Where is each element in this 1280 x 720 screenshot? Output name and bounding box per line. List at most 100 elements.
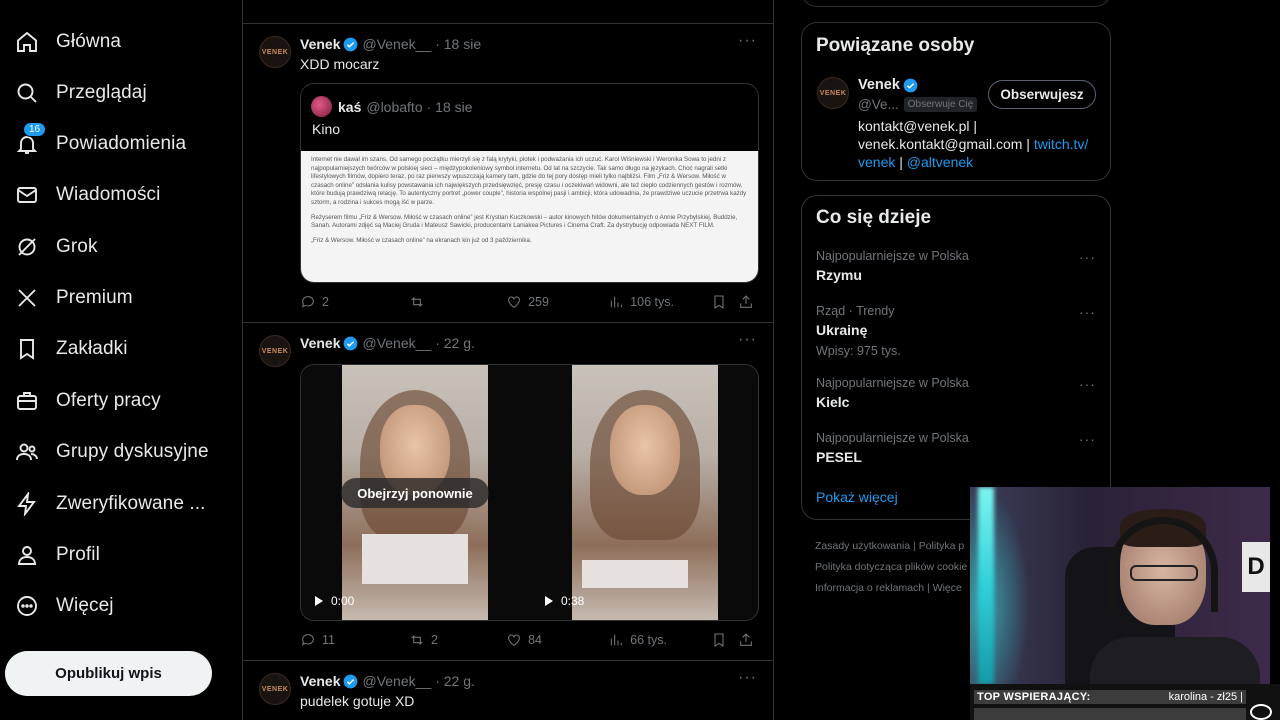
reply-icon xyxy=(301,634,314,646)
tweet-time[interactable]: · 22 g. xyxy=(435,673,475,689)
footer-ads-link[interactable]: Informacja o reklamach | Więce xyxy=(815,582,962,594)
tweet-time[interactable]: · 18 sie xyxy=(435,36,481,52)
video-thumbnail-card xyxy=(582,560,688,588)
trend-meta: Rząd · Trendy xyxy=(816,304,895,318)
trend-more-icon[interactable]: ··· xyxy=(1079,431,1096,447)
nav-item-jobs[interactable]: Oferty pracy xyxy=(14,381,161,421)
footer-cookie-link[interactable]: Polityka dotycząca plików cookie xyxy=(815,561,967,573)
video-thumbnail-card xyxy=(362,534,468,584)
bio-link-twitch[interactable]: twitch.tv/ xyxy=(1034,136,1088,152)
nav-item-communities[interactable]: Grupy dyskusyjne xyxy=(14,432,209,472)
footer-links[interactable]: Zasady użytkowania | Polityka p xyxy=(815,540,964,552)
bio-link-altvenek[interactable]: @altvenek xyxy=(907,154,973,170)
show-more-link[interactable]: Pokaż więcej xyxy=(816,489,898,505)
nav-item-explore[interactable]: Przeglądaj xyxy=(14,73,147,113)
related-handle[interactable]: @Ve... xyxy=(858,97,899,112)
quote-avatar[interactable] xyxy=(311,96,332,117)
nav-label: Premium xyxy=(56,287,133,308)
author-name[interactable]: Venek xyxy=(300,673,340,689)
bell-icon: 16 xyxy=(14,122,47,157)
avatar[interactable]: VENEK xyxy=(259,36,291,68)
nav-label: Przeglądaj xyxy=(56,82,147,103)
like-button[interactable]: 259 xyxy=(506,294,608,310)
stream-ticker: TOP WSPIERAJĄCY: karolina - zł25 | xyxy=(970,684,1280,720)
trend-posts: Wpisy: 975 tys. xyxy=(816,344,901,358)
tweet-time[interactable]: · 22 g. xyxy=(435,335,475,351)
sidebar-nav: Główna Przeglądaj 16 Powiadomienia Wiado… xyxy=(0,0,242,720)
author-name[interactable]: Venek xyxy=(300,36,340,52)
tweet[interactable]: VENEK Venek @Venek__ · 18 sie ··· XDD mo… xyxy=(243,24,773,323)
tweet[interactable]: VENEK Venek @Venek__ · 22 g. ··· pudelek… xyxy=(243,661,773,720)
nav-item-bookmarks[interactable]: Zakładki xyxy=(14,329,128,369)
trend-more-icon[interactable]: ··· xyxy=(1079,376,1096,392)
quote-image-document[interactable]: Internet nie dawał im szans. Od samego p… xyxy=(301,151,758,282)
trend-item[interactable]: Najpopularniejsze w Polska Kielc ··· xyxy=(816,376,1096,410)
trend-item[interactable]: Najpopularniejsze w Polska Rzymu ··· xyxy=(816,249,1096,283)
quoted-tweet[interactable]: kaś @lobafto · 18 sie Kino Internet nie … xyxy=(300,83,759,283)
quote-text: Kino xyxy=(312,121,341,137)
tweet-actions: 11 2 84 66 tys. xyxy=(300,632,760,648)
author-name[interactable]: Venek xyxy=(300,335,340,351)
share-button[interactable] xyxy=(738,294,760,310)
nav-item-verified[interactable]: Zweryfikowane ... xyxy=(14,484,206,524)
retweet-button[interactable] xyxy=(409,294,506,310)
cam-shoulders xyxy=(1090,637,1260,684)
publish-button[interactable]: Opublikuj wpis xyxy=(5,651,212,696)
more-circle-icon xyxy=(14,593,40,619)
video-2-time[interactable]: 0:38 xyxy=(545,594,584,608)
avatar[interactable]: VENEK xyxy=(259,335,291,367)
trend-more-icon[interactable]: ··· xyxy=(1079,249,1096,265)
views-button[interactable]: 66 tys. xyxy=(608,632,711,648)
nav-item-home[interactable]: Główna xyxy=(14,22,121,62)
views-button[interactable]: 106 tys. xyxy=(608,294,711,310)
quote-author-handle[interactable]: @lobafto xyxy=(366,99,422,115)
avatar[interactable]: VENEK xyxy=(259,673,291,705)
nav-item-grok[interactable]: Grok xyxy=(14,227,98,267)
nav-item-messages[interactable]: Wiadomości xyxy=(14,175,160,215)
grok-icon xyxy=(14,234,40,260)
related-avatar[interactable]: VENEK xyxy=(817,77,849,109)
following-button[interactable]: Obserwujesz xyxy=(988,80,1096,109)
more-options-icon[interactable]: ··· xyxy=(738,32,757,50)
author-handle[interactable]: @Venek__ xyxy=(362,673,431,689)
lightning-icon xyxy=(14,491,40,517)
related-name[interactable]: Venek xyxy=(858,77,900,93)
like-button[interactable]: 84 xyxy=(506,632,608,648)
nav-item-premium[interactable]: Premium xyxy=(14,278,133,318)
more-options-icon[interactable]: ··· xyxy=(738,669,757,687)
tweet[interactable]: VENEK Venek @Venek__ · 22 g. ··· Obejrzy… xyxy=(243,323,773,661)
bookmark-button[interactable] xyxy=(711,632,738,648)
replay-button[interactable]: Obejrzyj ponownie xyxy=(341,478,489,508)
doc-paragraph: Reżyserem filmu „Friz & Wersow. Miłość w… xyxy=(311,213,738,230)
nav-item-profile[interactable]: Profil xyxy=(14,535,100,575)
trend-more-icon[interactable]: ··· xyxy=(1079,304,1096,320)
video-media[interactable]: Obejrzyj ponownie 0:00 0:38 xyxy=(300,364,759,621)
more-options-icon[interactable]: ··· xyxy=(738,331,757,349)
quote-author-name[interactable]: kaś xyxy=(338,99,361,115)
heart-icon xyxy=(508,296,520,308)
share-icon xyxy=(740,295,752,308)
avatar-text: VENEK xyxy=(819,89,847,97)
share-button[interactable] xyxy=(738,632,760,648)
reply-button[interactable]: 2 xyxy=(300,294,409,310)
author-handle[interactable]: @Venek__ xyxy=(362,36,431,52)
nav-label: Więcej xyxy=(56,595,114,616)
previous-panel-edge xyxy=(801,0,1111,7)
cam-glasses xyxy=(1130,565,1198,581)
trend-item[interactable]: Rząd · Trendy Ukrainę Wpisy: 975 tys. ··… xyxy=(816,304,1096,358)
bio-link-twitch[interactable]: venek xyxy=(858,154,895,170)
nav-item-more[interactable]: Więcej xyxy=(14,586,114,626)
nav-label: Wiadomości xyxy=(56,184,161,205)
reply-button[interactable]: 11 xyxy=(300,632,409,648)
video-2[interactable] xyxy=(572,365,718,620)
video-thumbnail-face xyxy=(610,405,680,495)
bookmark-button[interactable] xyxy=(711,294,738,310)
trend-item[interactable]: Najpopularniejsze w Polska PESEL ··· xyxy=(816,431,1096,465)
quote-header: kaś @lobafto · 18 sie xyxy=(311,96,473,117)
notification-badge: 16 xyxy=(23,122,47,137)
nav-item-notifications[interactable]: 16 Powiadomienia xyxy=(14,122,186,164)
bookmark-icon xyxy=(714,295,724,309)
author-handle[interactable]: @Venek__ xyxy=(362,335,431,351)
retweet-button[interactable]: 2 xyxy=(409,632,506,648)
video-1-time[interactable]: 0:00 xyxy=(315,594,354,608)
